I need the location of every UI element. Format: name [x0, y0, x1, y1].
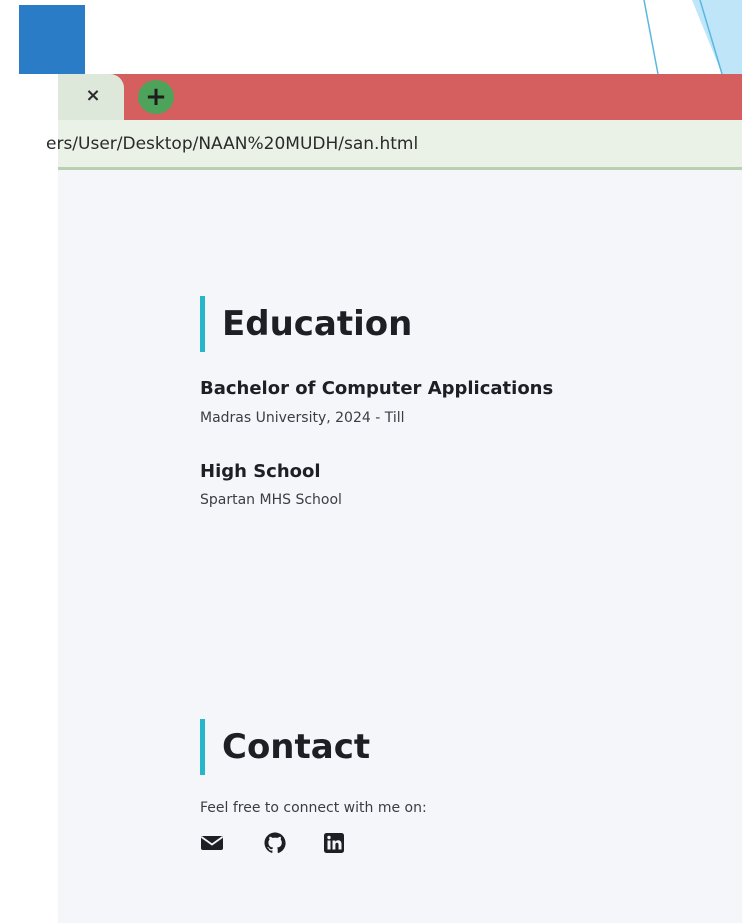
slide-decoration-line-2: [699, 0, 723, 75]
education-item-title: High School: [200, 461, 321, 482]
envelope-icon[interactable]: [200, 831, 224, 855]
page-content: Education Bachelor of Computer Applicati…: [58, 170, 742, 923]
close-tab-icon[interactable]: ×: [82, 83, 104, 109]
education-item-detail: Madras University, 2024 - Till: [200, 410, 405, 426]
browser-tab[interactable]: ×: [58, 74, 124, 120]
screenshot-frame: × + ers/User/Desktop/NAAN%20MUDH/san.htm…: [0, 0, 742, 923]
education-heading: Education: [200, 296, 412, 352]
slide-blue-square: [19, 5, 85, 74]
linkedin-icon[interactable]: [322, 831, 346, 855]
plus-icon: +: [145, 82, 167, 112]
url-text[interactable]: ers/User/Desktop/NAAN%20MUDH/san.html: [46, 134, 418, 154]
github-icon[interactable]: [263, 831, 287, 855]
slide-decoration-line-1: [643, 0, 659, 75]
new-tab-button[interactable]: +: [138, 80, 174, 114]
tab-bar: × +: [58, 74, 742, 120]
contact-text: Feel free to connect with me on:: [200, 800, 427, 816]
contact-heading: Contact: [200, 719, 370, 775]
browser-window: × + ers/User/Desktop/NAAN%20MUDH/san.htm…: [46, 74, 742, 923]
education-item-title: Bachelor of Computer Applications: [200, 378, 554, 399]
education-item-detail: Spartan MHS School: [200, 492, 342, 508]
address-bar[interactable]: ers/User/Desktop/NAAN%20MUDH/san.html: [46, 120, 742, 170]
slide-decoration-light-shape: [692, 0, 742, 74]
